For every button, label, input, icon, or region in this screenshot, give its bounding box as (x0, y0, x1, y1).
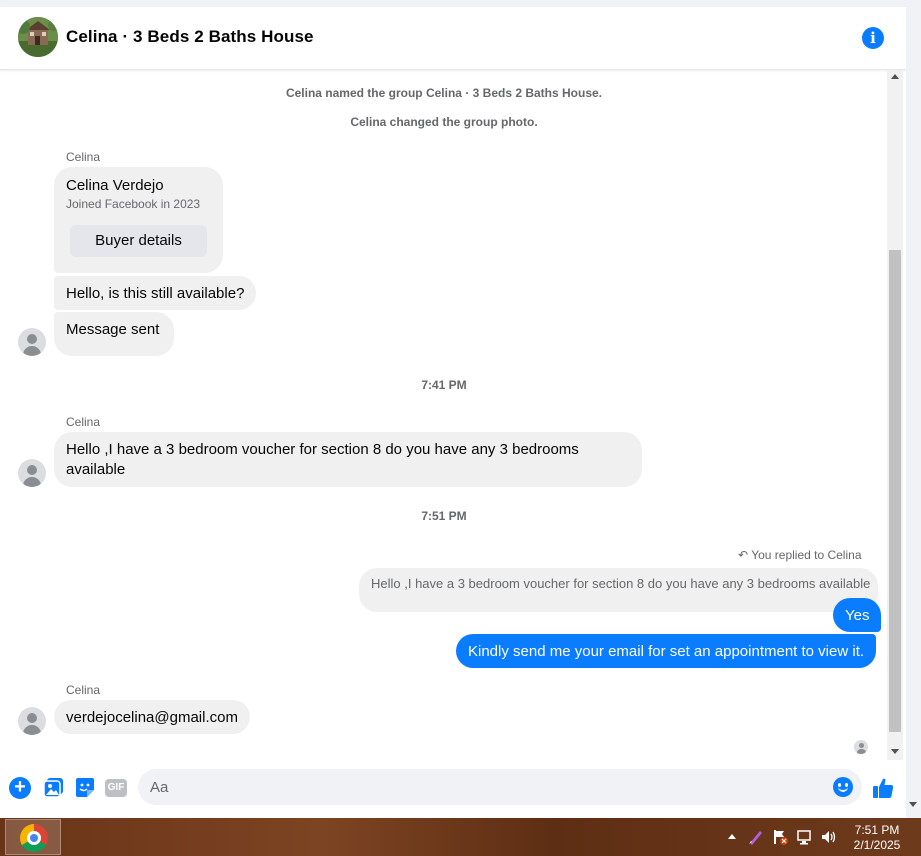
sender-avatar[interactable] (18, 459, 46, 487)
seen-indicator-avatar (854, 740, 868, 754)
info-icon[interactable]: i (862, 27, 884, 49)
sender-avatar[interactable] (18, 328, 46, 356)
conversation-title[interactable]: Celina · 3 Beds 2 Baths House (66, 27, 314, 47)
top-strip (0, 0, 906, 7)
quoted-reply[interactable]: Hello ,I have a 3 bedroom voucher for se… (359, 568, 878, 612)
timestamp: 7:41 PM (421, 378, 467, 392)
plus-icon[interactable]: + (9, 777, 31, 799)
timestamp: 7:51 PM (421, 509, 467, 523)
chat-header: Celina · 3 Beds 2 Baths House i (0, 7, 906, 70)
sender-name: Celina (66, 150, 101, 164)
profile-name: Celina Verdejo (66, 177, 164, 194)
composer-bar: + GIF (0, 760, 906, 818)
group-photo-avatar[interactable] (18, 17, 58, 57)
scroll-thumb[interactable] (889, 250, 901, 732)
network-tray-icon[interactable] (796, 829, 812, 845)
system-message: Celina changed the group photo. (350, 115, 538, 129)
scroll-down-icon[interactable] (909, 802, 917, 807)
thumbs-up-icon[interactable] (871, 776, 895, 800)
profile-subtitle: Joined Facebook in 2023 (66, 197, 201, 211)
chrome-icon (20, 824, 48, 852)
message-input[interactable] (138, 769, 862, 805)
sticker-icon[interactable] (74, 777, 96, 799)
gallery-icon[interactable] (43, 777, 65, 799)
incoming-message[interactable]: Hello, is this still available? (54, 276, 257, 310)
clock-time: 7:51 PM (854, 823, 900, 837)
incoming-message[interactable]: verdejocelina@gmail.com (54, 700, 250, 734)
scroll-up-icon[interactable] (891, 74, 899, 79)
incoming-message[interactable]: Hello ,I have a 3 bedroom voucher for se… (54, 432, 642, 487)
reply-arrow-icon: ↶ (738, 548, 749, 562)
taskbar-clock[interactable]: 7:51 PM 2/1/2025 (840, 823, 914, 853)
windows-taskbar: 7:51 PM 2/1/2025 (0, 818, 921, 856)
pen-tray-icon[interactable] (748, 829, 764, 845)
taskbar-chrome-button[interactable] (5, 819, 61, 855)
scrollbar[interactable] (887, 70, 903, 760)
messenger-window: Celina · 3 Beds 2 Baths House i Celina n… (0, 0, 906, 818)
browser-scrollbar[interactable] (906, 0, 921, 818)
show-hidden-icons-icon[interactable] (728, 834, 736, 839)
volume-tray-icon[interactable] (820, 829, 836, 845)
buyer-details-button[interactable]: Buyer details (70, 225, 207, 257)
sender-avatar[interactable] (18, 707, 46, 735)
flag-tray-icon[interactable] (772, 829, 788, 845)
gif-icon[interactable]: GIF (105, 779, 127, 797)
sender-name: Celina (66, 415, 101, 429)
emoji-icon[interactable] (833, 777, 853, 797)
outgoing-message[interactable]: Yes (833, 598, 882, 632)
replied-to-text: You replied to Celina (751, 548, 862, 562)
outgoing-message[interactable]: Kindly send me your email for set an app… (456, 634, 877, 668)
system-message: Celina named the group Celina · 3 Beds 2… (285, 86, 603, 100)
sender-name: Celina (66, 683, 101, 697)
clock-date: 2/1/2025 (853, 838, 901, 852)
incoming-message[interactable]: Message sent (54, 312, 174, 356)
scroll-down-icon[interactable] (891, 749, 899, 754)
replied-to-label: ↶ You replied to Celina (738, 548, 862, 562)
profile-card: Celina Verdejo Joined Facebook in 2023 B… (54, 167, 223, 273)
